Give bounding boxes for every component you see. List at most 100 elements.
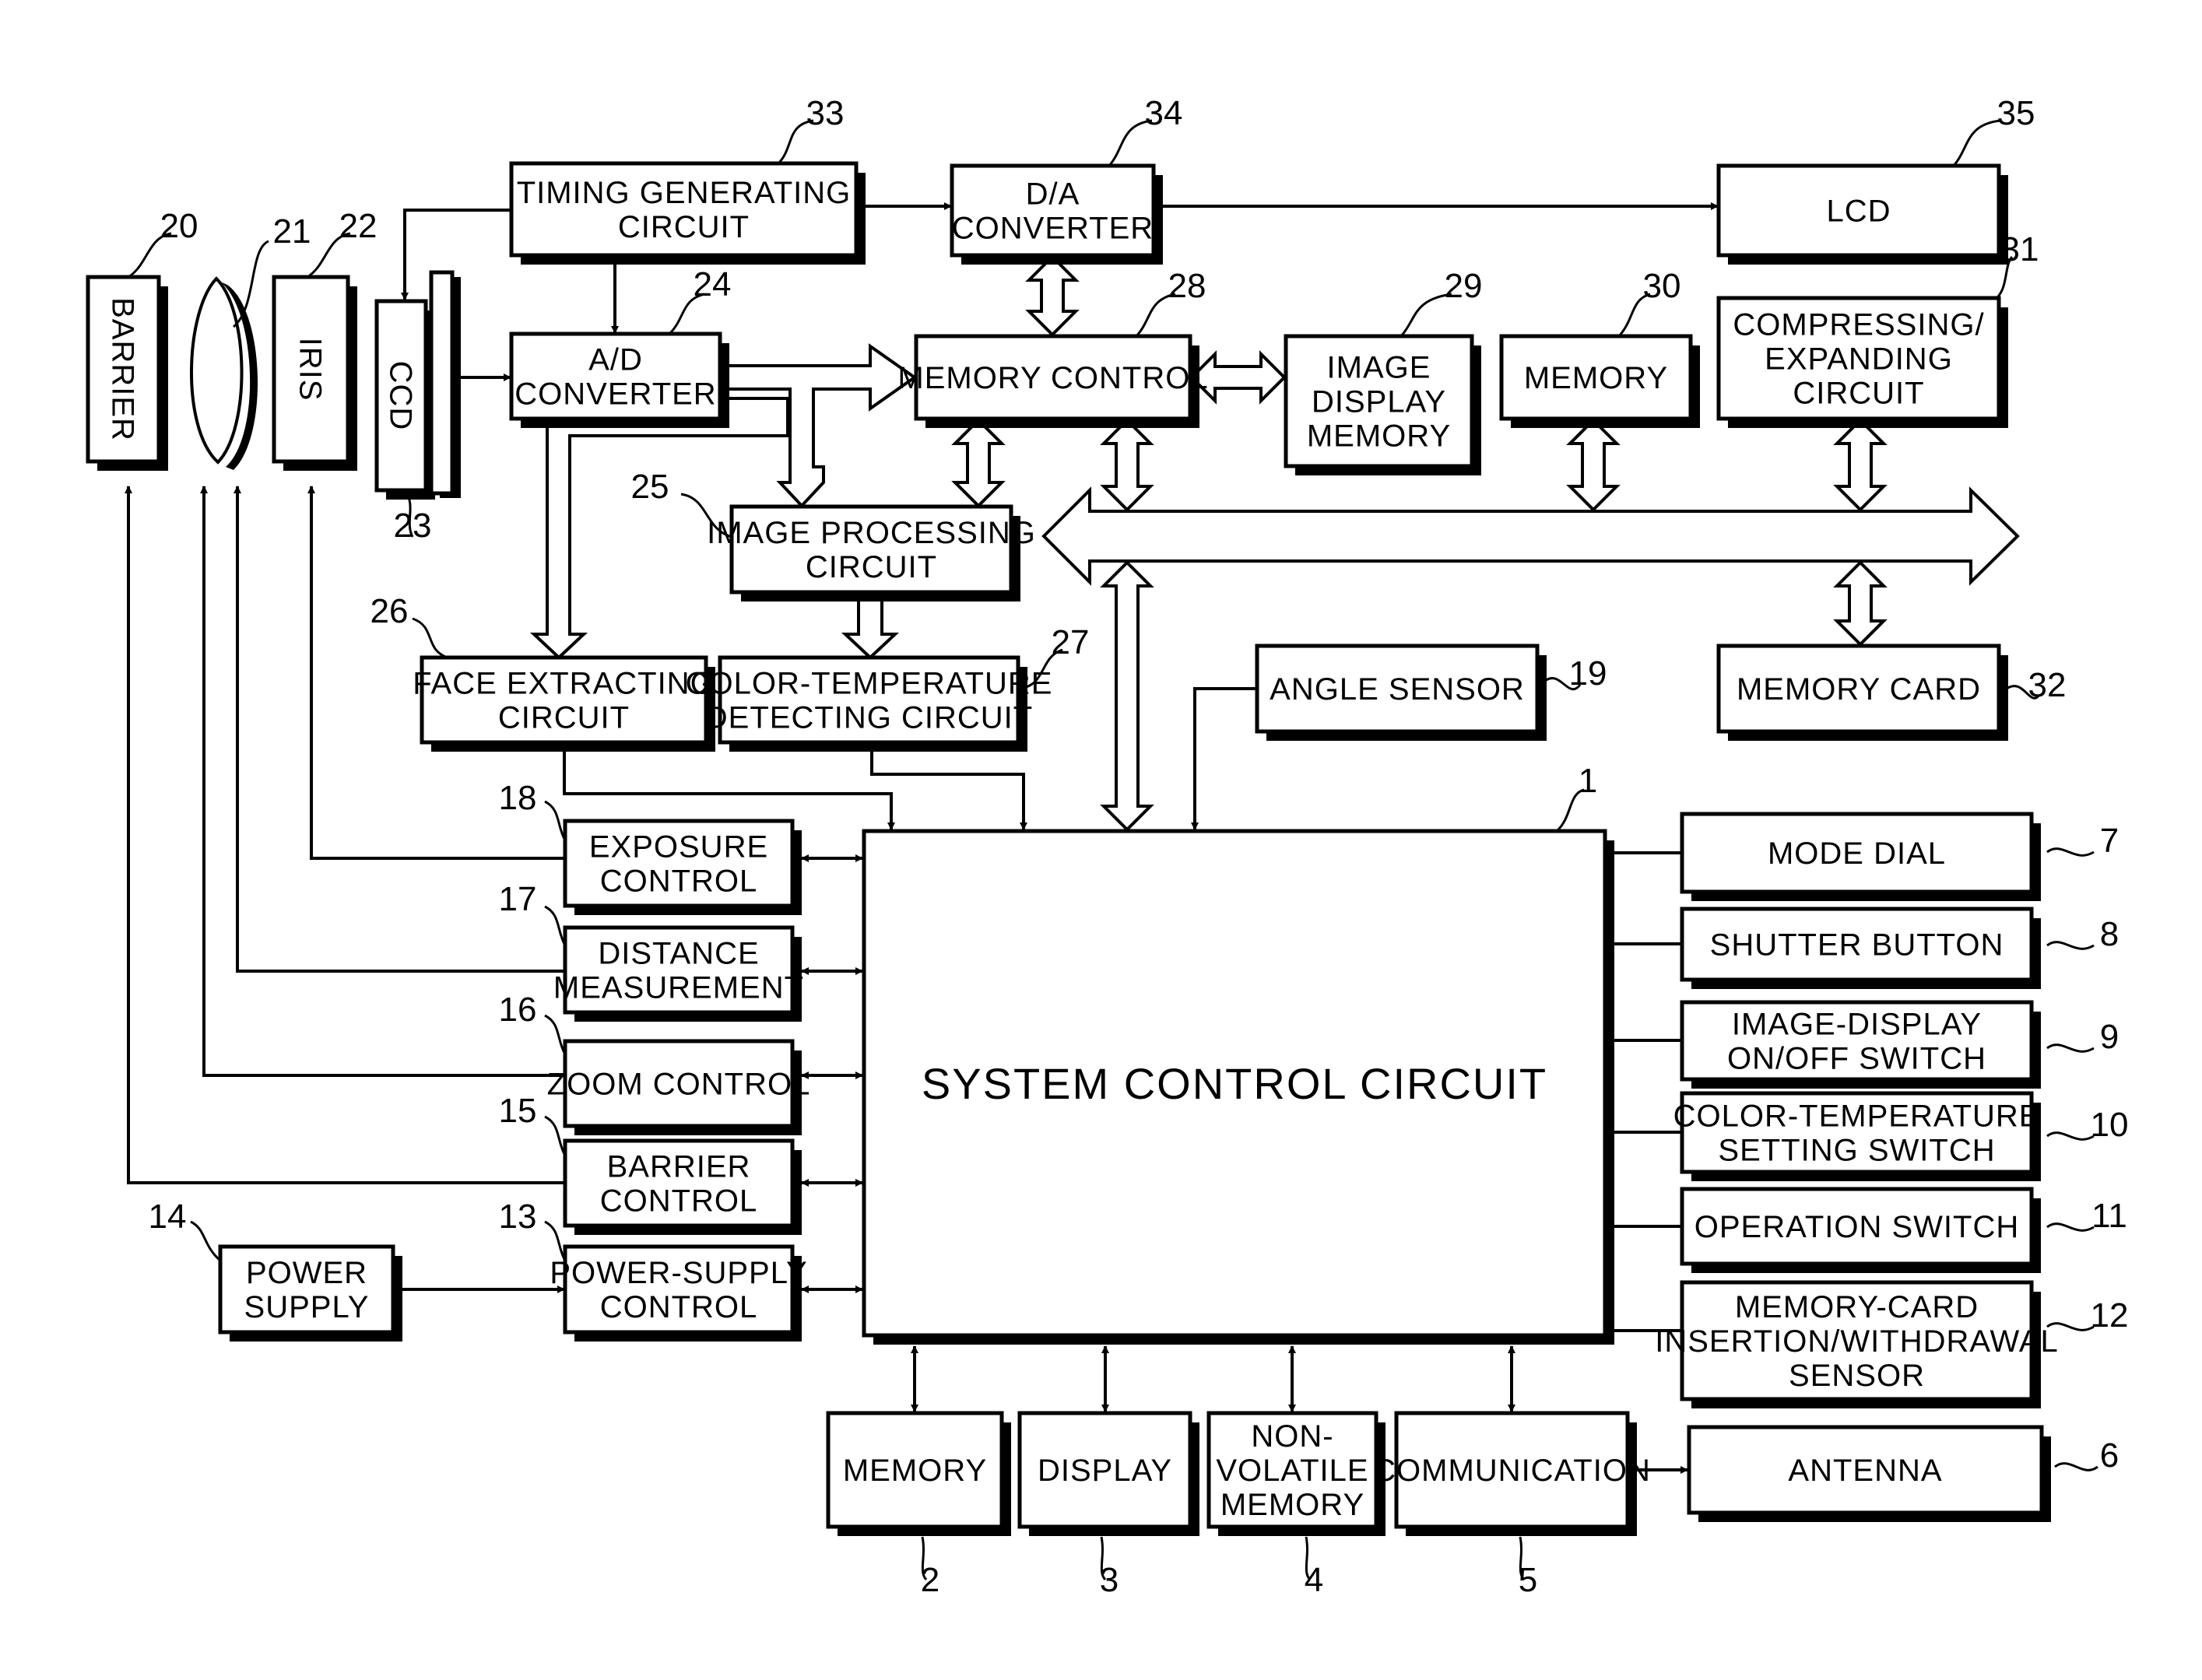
- leader-line: [412, 617, 448, 659]
- ref-number: 35: [1997, 94, 2035, 132]
- sysctl-to-face: [560, 743, 893, 829]
- leader-line: [544, 800, 567, 841]
- ref-number: 21: [273, 212, 311, 251]
- block-label: NON-: [1251, 1419, 1333, 1454]
- ccd-sensor-plate: [429, 270, 455, 496]
- leader-line: [544, 1014, 567, 1055]
- ref-number: 24: [694, 265, 732, 303]
- image-display-memory-block: IMAGEDISPLAYMEMORY: [1284, 334, 1481, 475]
- memory-control-block: MEMORY CONTROL: [897, 334, 1208, 428]
- block-label: ZOOM CONTROL: [547, 1068, 811, 1102]
- blocks: SYSTEM CONTROL CIRCUITMEMORY DISPLAYNON-V…: [86, 161, 2059, 1536]
- block-label: EXPANDING: [1765, 342, 1953, 377]
- ref-number: 9: [2100, 1018, 2119, 1056]
- ref-number: 23: [394, 507, 432, 545]
- imgproc-to-colortemp: [841, 591, 900, 660]
- ref-number: 10: [2091, 1106, 2129, 1144]
- memory-mainbus: [1566, 418, 1621, 512]
- block-label: VOLATILE: [1216, 1454, 1368, 1488]
- block-label: ANGLE SENSOR: [1270, 672, 1525, 707]
- block-label: IMAGE: [1327, 351, 1431, 385]
- image-processing-circuit-block: IMAGE PROCESSINGCIRCUIT: [707, 504, 1036, 602]
- ref-number: 5: [1519, 1561, 1537, 1599]
- barrier-control-block: BARRIERCONTROL: [563, 1138, 802, 1235]
- ref-number: 26: [371, 592, 409, 630]
- block-label: CIRCUIT: [806, 550, 937, 584]
- block-label: DISPLAY: [1038, 1454, 1172, 1488]
- leader-line: [2054, 1462, 2098, 1471]
- image-display-on-off-switch-block: IMAGE-DISPLAYON/OFF SWITCH: [1680, 1000, 2041, 1089]
- block-label: MEASUREMENT: [553, 971, 804, 1005]
- leader-line: [544, 905, 567, 946]
- main-data-bus: [1041, 486, 2020, 586]
- block-label: CONVERTER: [515, 377, 716, 412]
- leader-line: [2046, 1043, 2095, 1053]
- leader-line: [190, 1220, 221, 1262]
- face-extracting-circuit-block: FACE EXTRACTINGCIRCUIT: [413, 655, 715, 752]
- block-label: ON/OFF SWITCH: [1727, 1042, 1986, 1076]
- block-label: CONVERTER: [952, 212, 1154, 246]
- block-label: OPERATION SWITCH: [1695, 1210, 2019, 1244]
- block-label: TIMING GENERATING: [517, 176, 852, 210]
- leader-line: [2046, 847, 2095, 857]
- leader-line: [2046, 1131, 2095, 1141]
- block-label: D/A: [1026, 177, 1080, 212]
- leader-line: [232, 240, 269, 328]
- zoom-control-block: ZOOM CONTROL: [547, 1039, 811, 1135]
- angle-sensor-block: ANGLE SENSOR: [1255, 644, 1547, 741]
- operation-switch-block: OPERATION SWITCH: [1680, 1187, 2041, 1273]
- lens-block: [190, 276, 258, 470]
- block-label: MEMORY CONTROL: [897, 361, 1208, 395]
- ref-number: 33: [806, 94, 845, 132]
- block-label: SHUTTER BUTTON: [1710, 928, 2004, 963]
- memory-card-insertion-withdrawal-sensor-block: MEMORY-CARDINSERTION/WITHDRAWALSENSOR: [1655, 1280, 2059, 1408]
- block-label: CIRCUIT: [498, 701, 630, 735]
- color-temperature-detecting-circuit-block: COLOR-TEMPERATUREDETECTING CIRCUIT: [686, 655, 1052, 752]
- power-supply-control-block: POWER-SUPPLYCONTROL: [550, 1244, 807, 1342]
- display-block: DISPLAY: [1017, 1411, 1199, 1536]
- block-label: IRIS: [293, 338, 328, 402]
- block-label: MEMORY: [1220, 1488, 1364, 1522]
- ref-number: 2: [921, 1561, 939, 1599]
- ref-number: 19: [1569, 654, 1607, 693]
- block-label: DETECTING CIRCUIT: [705, 701, 1033, 735]
- colortemp-to-sysctl: [870, 742, 1027, 830]
- ref-number: 16: [499, 991, 537, 1029]
- block-label: IMAGE PROCESSING: [707, 516, 1036, 550]
- a-d-converter-block: A/DCONVERTER: [509, 331, 729, 428]
- block-label: SETTING SWITCH: [1718, 1134, 1995, 1168]
- compressing-expanding-circuit-block: COMPRESSING/EXPANDINGCIRCUIT: [1716, 296, 2008, 428]
- block-label: CONTROL: [600, 1184, 758, 1219]
- ref-number: 25: [631, 468, 669, 506]
- non-volatile-memory-block: NON-VOLATILEMEMORY: [1206, 1411, 1385, 1536]
- block-label: MEMORY CARD: [1737, 672, 1981, 707]
- block-label: FACE EXTRACTING: [413, 667, 715, 701]
- color-temperature-setting-switch-block: COLOR-TEMPERATURESETTING SWITCH: [1673, 1091, 2041, 1181]
- block-label: MEMORY: [1524, 361, 1668, 395]
- mainbus-memcard: [1833, 560, 1888, 647]
- block-label: INSERTION/WITHDRAWAL: [1655, 1324, 2059, 1359]
- block-label: POWER-SUPPLY: [550, 1256, 807, 1290]
- block-label: EXPOSURE: [589, 830, 768, 865]
- block-label: COLOR-TEMPERATURE: [1673, 1100, 2041, 1134]
- diagram-canvas: SYSTEM CONTROL CIRCUITMEMORY DISPLAYNON-V…: [86, 94, 2129, 1599]
- ref-number: 7: [2100, 822, 2119, 860]
- leader-line: [2046, 941, 2095, 950]
- block-label: DISTANCE: [598, 937, 759, 971]
- ref-number: 6: [2100, 1436, 2119, 1475]
- block-label: SUPPLY: [244, 1290, 370, 1324]
- power-supply-block: POWERSUPPLY: [218, 1244, 402, 1342]
- ref-number: 1: [1579, 762, 1597, 800]
- memctl-mainbus: [1100, 418, 1154, 512]
- communication-block: COMMUNICATION: [1373, 1411, 1650, 1536]
- ref-number: 18: [499, 779, 537, 817]
- block-label: MEMORY-CARD: [1735, 1290, 1979, 1324]
- distance-measurement-block: DISTANCEMEASUREMENT: [553, 925, 804, 1022]
- d-a-converter-block: D/ACONVERTER: [950, 163, 1163, 265]
- exposure-control-block: EXPOSURECONTROL: [563, 819, 802, 915]
- barrier-block: BARRIER: [86, 275, 168, 471]
- timing-generating-circuit-block: TIMING GENERATINGCIRCUIT: [509, 161, 866, 265]
- block-label: MEMORY: [843, 1454, 987, 1488]
- leader-line: [1952, 119, 2001, 167]
- block-label: MODE DIAL: [1768, 836, 1946, 871]
